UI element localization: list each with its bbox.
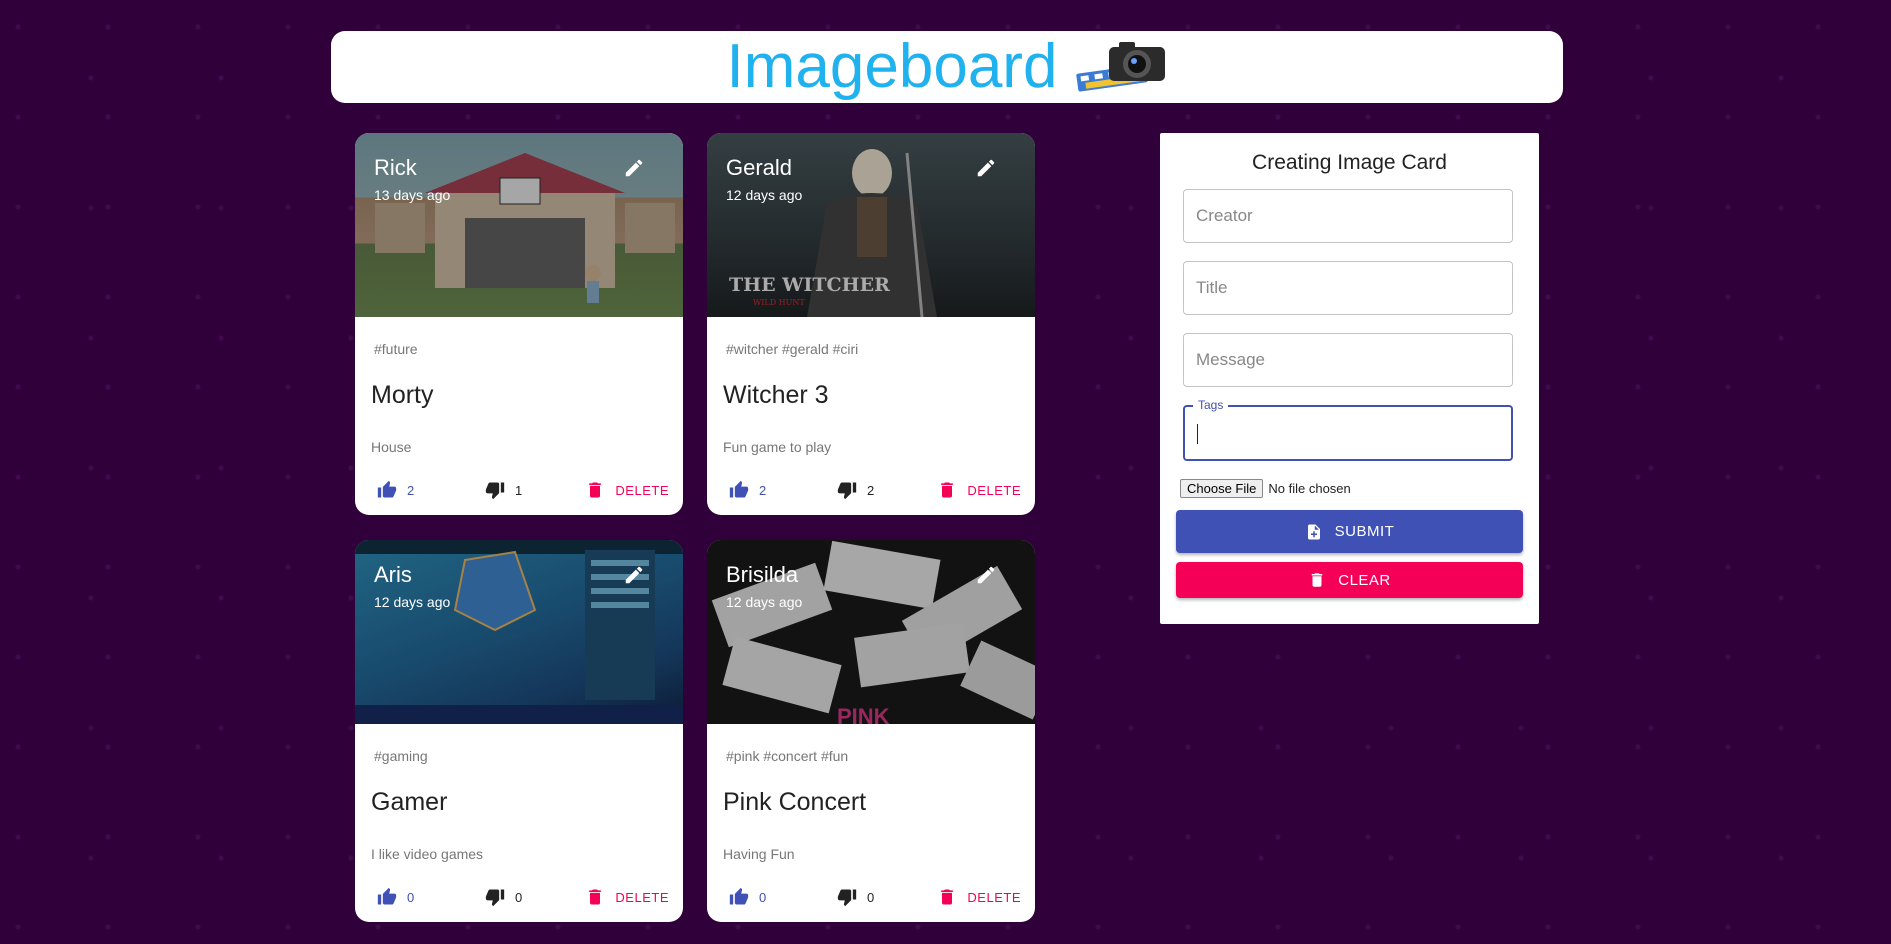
like-button[interactable]: 2 xyxy=(729,480,766,500)
file-picker: Choose File No file chosen xyxy=(1180,479,1351,498)
card-actions: 2 1 DELETE xyxy=(355,480,683,504)
card-title: Witcher 3 xyxy=(723,381,829,409)
image-card: THE WITCHER WILD HUNT Gerald 12 days ago… xyxy=(707,133,1035,515)
delete-button[interactable]: DELETE xyxy=(585,887,669,907)
trash-icon xyxy=(589,889,602,905)
like-button[interactable]: 0 xyxy=(377,887,414,907)
card-tags: #witcher #gerald #ciri xyxy=(726,341,859,357)
edit-icon[interactable] xyxy=(975,157,997,179)
delete-label: DELETE xyxy=(615,889,669,905)
card-creator: Brisilda xyxy=(726,562,799,587)
dislike-button[interactable]: 0 xyxy=(485,887,522,907)
edit-icon[interactable] xyxy=(623,157,645,179)
trash-icon xyxy=(589,482,602,498)
card-title: Gamer xyxy=(371,788,448,816)
dislike-count: 2 xyxy=(867,482,875,498)
image-card: Rick 13 days ago #future Morty House 2 1… xyxy=(355,133,683,515)
thumbs-up-icon xyxy=(729,480,749,498)
like-count: 2 xyxy=(407,482,415,498)
delete-button[interactable]: DELETE xyxy=(937,887,1021,907)
card-tags: #future xyxy=(374,341,418,357)
card-time: 12 days ago xyxy=(726,187,803,203)
dislike-count: 0 xyxy=(515,889,523,905)
submit-label: SUBMIT xyxy=(1334,523,1395,540)
delete-button[interactable]: DELETE xyxy=(937,480,1021,500)
trash-icon xyxy=(1311,573,1323,587)
card-tags: #pink #concert #fun xyxy=(726,748,849,764)
card-creator: Rick xyxy=(374,155,417,180)
card-tags: #gaming xyxy=(374,748,428,764)
creator-input[interactable] xyxy=(1183,189,1513,243)
trash-icon xyxy=(941,482,954,498)
dislike-count: 0 xyxy=(867,889,875,905)
thumbs-up-icon xyxy=(377,887,397,905)
message-input[interactable] xyxy=(1183,333,1513,387)
card-image: THE WITCHER WILD HUNT Gerald 12 days ago xyxy=(707,133,1035,317)
card-message: Having Fun xyxy=(723,846,795,862)
card-actions: 2 2 DELETE xyxy=(707,480,1035,504)
card-message: Fun game to play xyxy=(723,439,832,455)
card-image: Aris 12 days ago xyxy=(355,540,683,724)
delete-label: DELETE xyxy=(967,889,1021,905)
file-status: No file chosen xyxy=(1268,481,1351,496)
card-image: Rick 13 days ago xyxy=(355,133,683,317)
create-card-form: Creating Image Card Tags Choose File No … xyxy=(1160,133,1539,624)
edit-icon[interactable] xyxy=(623,564,645,586)
card-creator: Gerald xyxy=(726,155,793,180)
app-header: Imageboard xyxy=(331,31,1563,103)
like-button[interactable]: 0 xyxy=(729,887,766,907)
like-count: 0 xyxy=(759,889,767,905)
thumbs-down-icon xyxy=(485,889,505,907)
dislike-button[interactable]: 1 xyxy=(485,480,522,500)
delete-label: DELETE xyxy=(967,482,1021,498)
card-message: I like video games xyxy=(371,846,484,862)
like-count: 2 xyxy=(759,482,767,498)
delete-label: DELETE xyxy=(615,482,669,498)
card-time: 12 days ago xyxy=(726,594,803,610)
text-caret xyxy=(1197,424,1198,444)
card-image: PINK Brisilda 12 days ago xyxy=(707,540,1035,724)
card-time: 12 days ago xyxy=(374,594,451,610)
card-title: Morty xyxy=(371,381,434,409)
card-message: House xyxy=(371,439,412,455)
app-title: Imageboard xyxy=(726,32,1058,101)
like-button[interactable]: 2 xyxy=(377,480,414,500)
dislike-button[interactable]: 2 xyxy=(837,480,874,500)
thumbs-up-icon xyxy=(729,887,749,905)
trash-icon xyxy=(941,889,954,905)
thumbs-up-icon xyxy=(377,480,397,498)
card-time: 13 days ago xyxy=(374,187,451,203)
tags-input[interactable]: Tags xyxy=(1183,398,1513,461)
dislike-count: 1 xyxy=(515,482,523,498)
clear-label: CLEAR xyxy=(1338,571,1391,589)
card-creator: Aris xyxy=(374,562,412,587)
card-actions: 0 0 DELETE xyxy=(707,887,1035,911)
edit-icon[interactable] xyxy=(975,564,997,586)
tags-label: Tags xyxy=(1193,398,1229,412)
note-add-icon xyxy=(1307,524,1320,539)
form-title: Creating Image Card xyxy=(1252,151,1447,174)
submit-button[interactable]: SUBMIT xyxy=(1176,510,1523,553)
thumbs-down-icon xyxy=(485,482,505,500)
thumbs-down-icon xyxy=(837,482,857,500)
choose-file-button[interactable]: Choose File xyxy=(1180,479,1264,498)
image-card: Aris 12 days ago #gaming Gamer I like vi… xyxy=(355,540,683,922)
card-title: Pink Concert xyxy=(723,788,867,816)
camera-logo-icon xyxy=(1076,42,1166,92)
card-actions: 0 0 DELETE xyxy=(355,887,683,911)
dislike-button[interactable]: 0 xyxy=(837,887,874,907)
title-input[interactable] xyxy=(1183,261,1513,315)
delete-button[interactable]: DELETE xyxy=(585,480,669,500)
thumbs-down-icon xyxy=(837,889,857,907)
image-card: PINK Brisilda 12 days ago #pink #concert… xyxy=(707,540,1035,922)
clear-button[interactable]: CLEAR xyxy=(1176,562,1523,598)
like-count: 0 xyxy=(407,889,415,905)
